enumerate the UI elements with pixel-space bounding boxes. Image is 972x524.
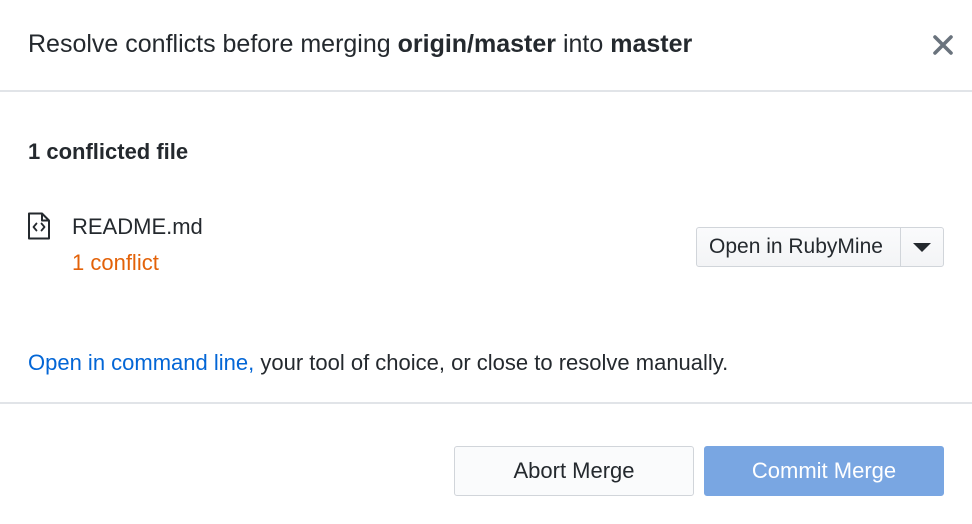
commit-merge-button[interactable]: Commit Merge	[704, 446, 944, 496]
target-branch: master	[610, 30, 693, 58]
source-branch: origin/master	[397, 30, 556, 58]
dialog-footer: Abort Merge Commit Merge	[0, 402, 972, 524]
title-connector: into	[562, 30, 604, 58]
merge-conflicts-dialog: Resolve conflicts before merging origin/…	[0, 0, 972, 524]
conflicted-file-row: README.md 1 conflict Open in RubyMine	[0, 200, 972, 290]
file-name: README.md	[72, 214, 203, 239]
dialog-header: Resolve conflicts before merging origin/…	[0, 0, 972, 92]
open-in-editor-dropdown[interactable]	[901, 228, 943, 266]
open-in-editor-button[interactable]: Open in RubyMine	[697, 228, 901, 266]
title-prefix: Resolve conflicts before merging	[28, 30, 391, 58]
close-button[interactable]	[926, 28, 960, 62]
conflict-count: 1 conflict	[72, 250, 159, 275]
hint-text: your tool of choice, or close to resolve…	[254, 350, 729, 375]
file-code-icon	[27, 212, 51, 240]
open-command-line-link[interactable]: Open in command line,	[28, 350, 254, 375]
abort-merge-button[interactable]: Abort Merge	[454, 446, 694, 496]
close-icon	[933, 35, 953, 55]
open-in-editor-split-button: Open in RubyMine	[696, 227, 944, 267]
conflicted-files-heading: 1 conflicted file	[28, 139, 189, 164]
dialog-title: Resolve conflicts before merging origin/…	[28, 28, 692, 60]
resolve-hint: Open in command line, your tool of choic…	[28, 349, 728, 377]
caret-down-icon	[913, 243, 931, 252]
